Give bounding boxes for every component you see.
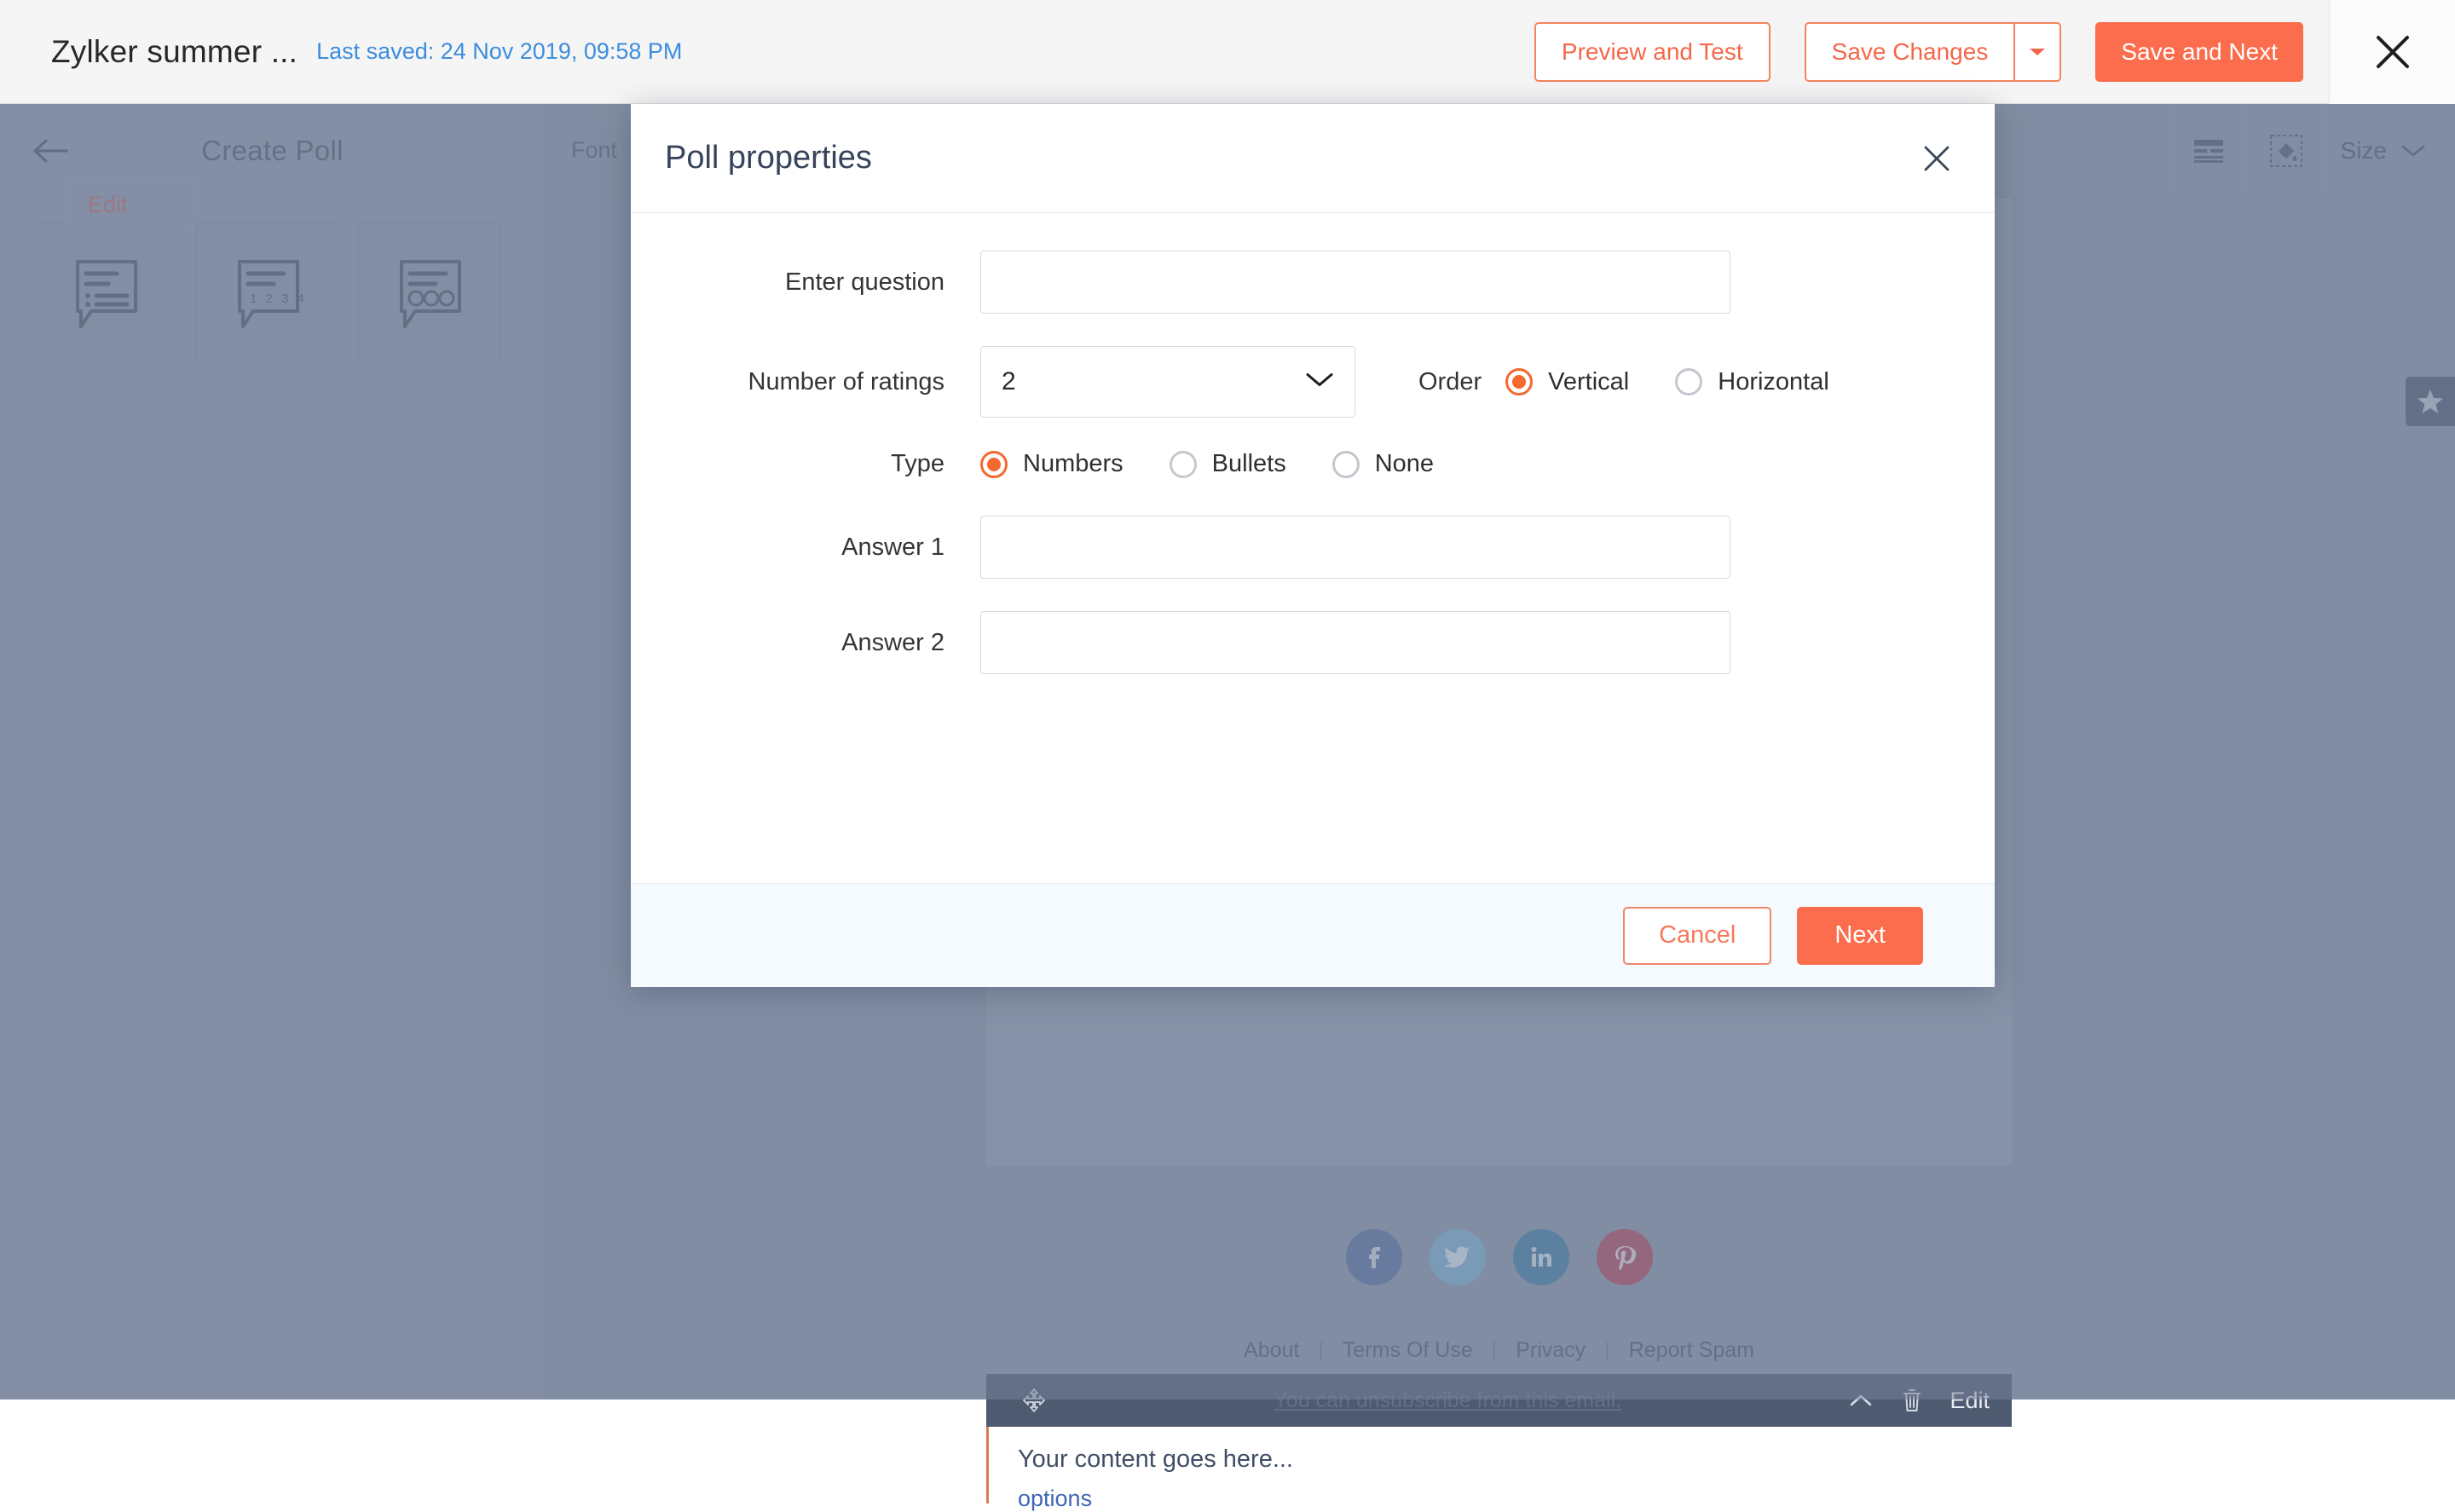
radio-selected-icon xyxy=(980,451,1008,478)
chevron-down-icon xyxy=(1305,372,1334,393)
poll-type-card-bullets[interactable] xyxy=(34,222,177,366)
order-horizontal-label: Horizontal xyxy=(1718,368,1829,396)
create-poll-panel: Create Poll 1 2 3 4 xyxy=(0,104,546,1399)
edit-font-label: Edit xyxy=(88,192,128,218)
type-label: Type xyxy=(665,450,980,478)
dialog-body: Enter question Number of ratings 2 Order… xyxy=(631,213,1995,883)
poll-bullets-icon xyxy=(67,255,144,333)
type-radio-bullets[interactable]: Bullets xyxy=(1170,450,1286,478)
unsubscribe-text: You can unsubscribe from this email. xyxy=(1060,1388,1835,1413)
question-row: Enter question xyxy=(665,251,1961,314)
footer-link-report-spam[interactable]: Report Spam xyxy=(1610,1338,1773,1363)
block-edit-button[interactable]: Edit xyxy=(1938,1388,1990,1414)
order-radio-vertical[interactable]: Vertical xyxy=(1505,368,1629,396)
edit-font-button[interactable]: Edit xyxy=(66,181,194,228)
poll-type-card-smiley[interactable] xyxy=(358,222,501,366)
poll-type-cards: 1 2 3 4 xyxy=(0,222,545,366)
order-label: Order xyxy=(1418,368,1482,396)
document-title: Zylker summer ... xyxy=(51,34,297,70)
footer-link-privacy[interactable]: Privacy xyxy=(1497,1338,1604,1363)
radio-unselected-icon xyxy=(1332,451,1360,478)
dialog-close-icon[interactable] xyxy=(1913,135,1961,182)
poll-smiley-icon xyxy=(391,255,468,333)
preview-and-test-button[interactable]: Preview and Test xyxy=(1534,22,1770,82)
close-editor-icon[interactable] xyxy=(2329,0,2455,104)
ratings-order-row: Number of ratings 2 Order Vertical Horiz… xyxy=(665,346,1961,418)
layout-rows-icon[interactable] xyxy=(2170,104,2247,198)
answer1-input[interactable] xyxy=(980,516,1730,579)
radio-selected-icon xyxy=(1505,368,1533,395)
font-label: Font xyxy=(571,137,617,164)
linkedin-icon[interactable] xyxy=(1513,1229,1569,1285)
selected-block-toolbar: You can unsubscribe from this email. Edi… xyxy=(986,1374,2012,1427)
facebook-icon[interactable] xyxy=(1346,1229,1402,1285)
dialog-header: Poll properties xyxy=(631,104,1995,213)
trash-icon[interactable] xyxy=(1886,1374,1938,1427)
order-vertical-label: Vertical xyxy=(1548,368,1629,396)
question-label: Enter question xyxy=(665,268,980,297)
save-and-next-button[interactable]: Save and Next xyxy=(2095,22,2303,82)
ratings-select[interactable]: 2 xyxy=(980,346,1355,418)
content-block-body[interactable]: Your content goes here... options xyxy=(986,1427,2012,1503)
poll-type-card-numbers[interactable]: 1 2 3 4 xyxy=(196,222,339,366)
back-arrow-icon[interactable] xyxy=(26,125,77,176)
order-group: Order Vertical Horizontal xyxy=(1418,368,1875,396)
size-label: Size xyxy=(2341,137,2387,164)
dialog-footer: Cancel Next xyxy=(631,883,1995,987)
social-icons-row xyxy=(986,1229,2012,1285)
ratings-label: Number of ratings xyxy=(665,368,980,396)
cancel-button[interactable]: Cancel xyxy=(1623,907,1771,965)
last-saved-text: Last saved: 24 Nov 2019, 09:58 PM xyxy=(316,38,682,65)
svg-text:1 2 3 4: 1 2 3 4 xyxy=(250,291,306,306)
footer-link-about[interactable]: About xyxy=(1225,1338,1318,1363)
header-actions: Preview and Test Save Changes Save and N… xyxy=(1534,0,2455,104)
type-numbers-label: Numbers xyxy=(1023,450,1124,478)
radio-unselected-icon xyxy=(1170,451,1197,478)
app-header: Zylker summer ... Last saved: 24 Nov 201… xyxy=(0,0,2455,104)
create-poll-title: Create Poll xyxy=(0,135,545,167)
options-link[interactable]: options xyxy=(1018,1486,1983,1512)
move-icon[interactable] xyxy=(1008,1374,1060,1427)
star-icon[interactable] xyxy=(2406,377,2455,426)
email-footer-links: About | Terms Of Use | Privacy | Report … xyxy=(986,1338,2012,1363)
save-changes-button[interactable]: Save Changes xyxy=(1805,22,2014,82)
answer2-input[interactable] xyxy=(980,611,1730,674)
type-bullets-label: Bullets xyxy=(1212,450,1286,478)
content-placeholder-text: Your content goes here... xyxy=(1018,1446,1983,1474)
paint-bucket-icon[interactable] xyxy=(2248,104,2325,198)
chevron-down-icon xyxy=(2400,143,2426,159)
footer-link-terms[interactable]: Terms Of Use xyxy=(1324,1338,1492,1363)
type-none-label: None xyxy=(1375,450,1434,478)
answer2-row: Answer 2 xyxy=(665,611,1961,674)
poll-numbers-icon: 1 2 3 4 xyxy=(229,255,306,333)
order-radio-horizontal[interactable]: Horizontal xyxy=(1675,368,1829,396)
ratings-selected-value: 2 xyxy=(1002,367,1016,396)
dialog-title: Poll properties xyxy=(665,140,872,176)
answer2-label: Answer 2 xyxy=(665,629,980,657)
type-radio-numbers[interactable]: Numbers xyxy=(980,450,1124,478)
next-button[interactable]: Next xyxy=(1797,907,1923,965)
save-changes-chevron-down-icon[interactable] xyxy=(2013,22,2061,82)
toolbar-right-group: Size xyxy=(2169,104,2455,198)
type-row: Type Numbers Bullets None xyxy=(665,450,1961,478)
answer1-row: Answer 1 xyxy=(665,516,1961,579)
twitter-icon[interactable] xyxy=(1430,1229,1486,1285)
chevron-up-icon[interactable] xyxy=(1835,1374,1886,1427)
save-changes-split-button: Save Changes xyxy=(1805,22,2062,82)
question-input[interactable] xyxy=(980,251,1730,314)
pinterest-icon[interactable] xyxy=(1597,1229,1653,1285)
type-radio-none[interactable]: None xyxy=(1332,450,1434,478)
size-dropdown[interactable]: Size xyxy=(2325,104,2455,198)
radio-unselected-icon xyxy=(1675,368,1702,395)
answer1-label: Answer 1 xyxy=(665,534,980,562)
poll-properties-dialog: Poll properties Enter question Number of… xyxy=(631,104,1995,987)
